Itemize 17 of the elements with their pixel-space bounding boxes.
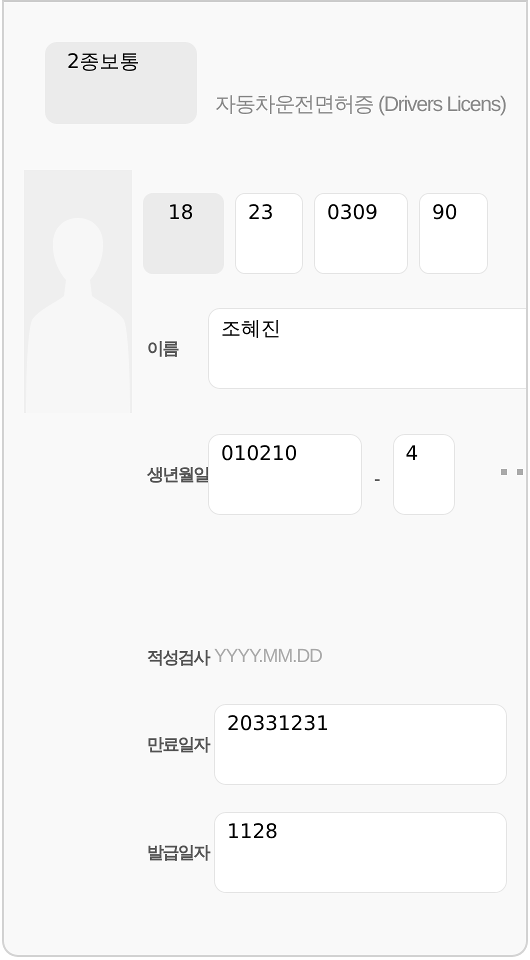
input-field[interactable]: YYYY.MM.DD	[214, 646, 394, 668]
input-field[interactable]: 010210	[208, 434, 362, 515]
input-field[interactable]: 20331231	[214, 704, 507, 785]
license-type: 2종보통	[45, 42, 197, 124]
license-number-field[interactable]: 23	[235, 193, 303, 274]
input-field[interactable]: 1128	[214, 812, 507, 893]
field-label: 이름	[146, 338, 180, 360]
card-title: 자동차운전면허증 (Drivers Licens)	[215, 92, 506, 118]
field-label: 발급일자	[146, 842, 210, 864]
field-label: 적성검사	[146, 646, 210, 668]
input-field[interactable]: 4	[392, 434, 454, 515]
license-number-field[interactable]: 0309	[314, 193, 408, 274]
input-field[interactable]: 조혜진	[208, 308, 526, 389]
separator: -	[374, 469, 380, 490]
license-number-field[interactable]: 90	[419, 193, 488, 274]
field-label: 생년월일	[146, 464, 208, 486]
field-label: 만료일자	[146, 734, 210, 756]
